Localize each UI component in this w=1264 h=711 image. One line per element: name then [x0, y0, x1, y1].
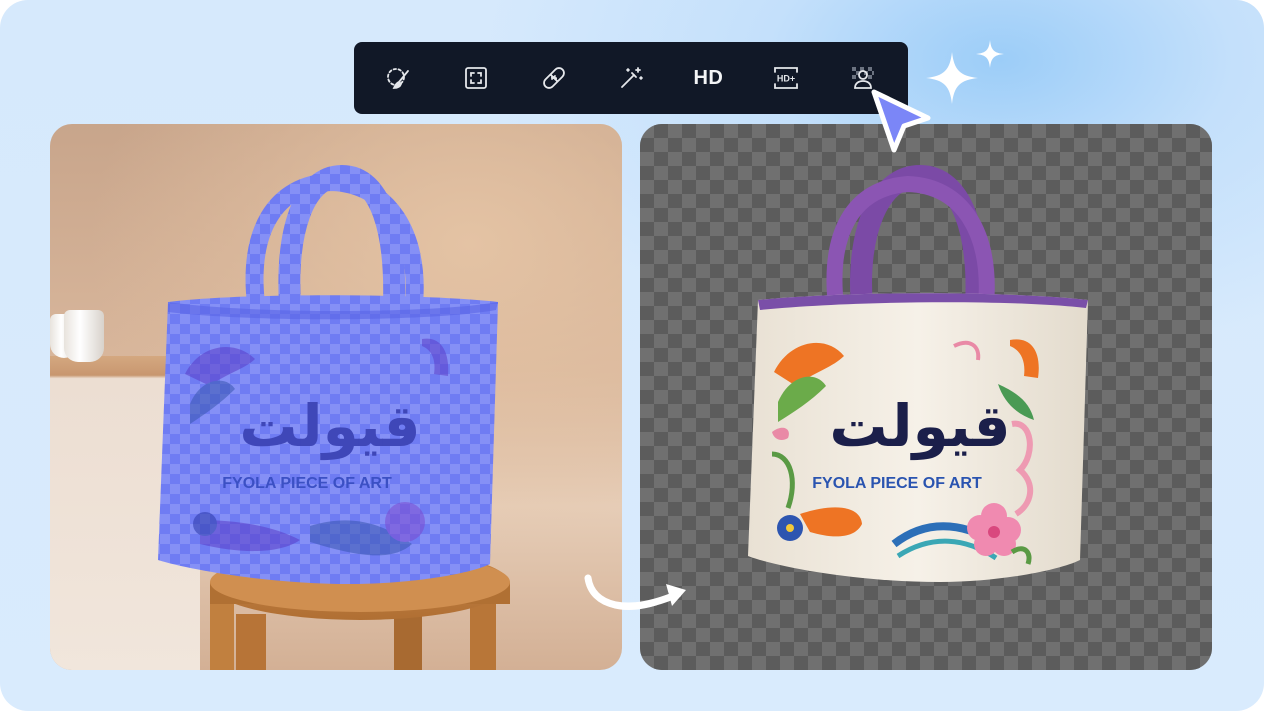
app-canvas: HD HD+ قيولت FYOLA PIECE OF ART قيولت FY… [0, 0, 1264, 711]
cutout-bag-image[interactable]: قيولت FYOLA PIECE OF ART [640, 124, 1212, 670]
bag-arabic-text: قيولت [239, 392, 420, 461]
magic-brush-tool[interactable] [371, 50, 427, 106]
magic-wand-icon [621, 67, 643, 88]
hd-plus-icon: HD+ [773, 67, 798, 89]
pointer-cursor-icon [871, 89, 931, 153]
bag-handles [826, 164, 995, 307]
hd-plus-label: HD+ [777, 74, 795, 84]
bag-arabic-text: قيولت [829, 392, 1010, 461]
tool-palette: HD HD+ [354, 42, 908, 114]
crop-tool[interactable] [448, 50, 504, 106]
hd-plus-tool[interactable]: HD+ [758, 50, 814, 106]
swoosh-arrow-icon [584, 574, 686, 610]
masked-bag-photo[interactable]: قيولت FYOLA PIECE OF ART [50, 124, 622, 670]
hd-label: HD [693, 66, 724, 89]
bag-caption: FYOLA PIECE OF ART [222, 475, 392, 492]
retouch-tool[interactable] [526, 50, 582, 106]
bag-caption: FYOLA PIECE OF ART [812, 475, 982, 492]
magic-brush-icon [386, 68, 409, 89]
result-image-panel: قيولت FYOLA PIECE OF ART [640, 124, 1212, 670]
hd-tool[interactable]: HD [680, 50, 736, 106]
bandage-icon [542, 67, 565, 89]
crop-frame-icon [465, 67, 488, 89]
magic-wand-tool[interactable] [603, 50, 659, 106]
original-image-panel: قيولت FYOLA PIECE OF ART [50, 124, 622, 670]
